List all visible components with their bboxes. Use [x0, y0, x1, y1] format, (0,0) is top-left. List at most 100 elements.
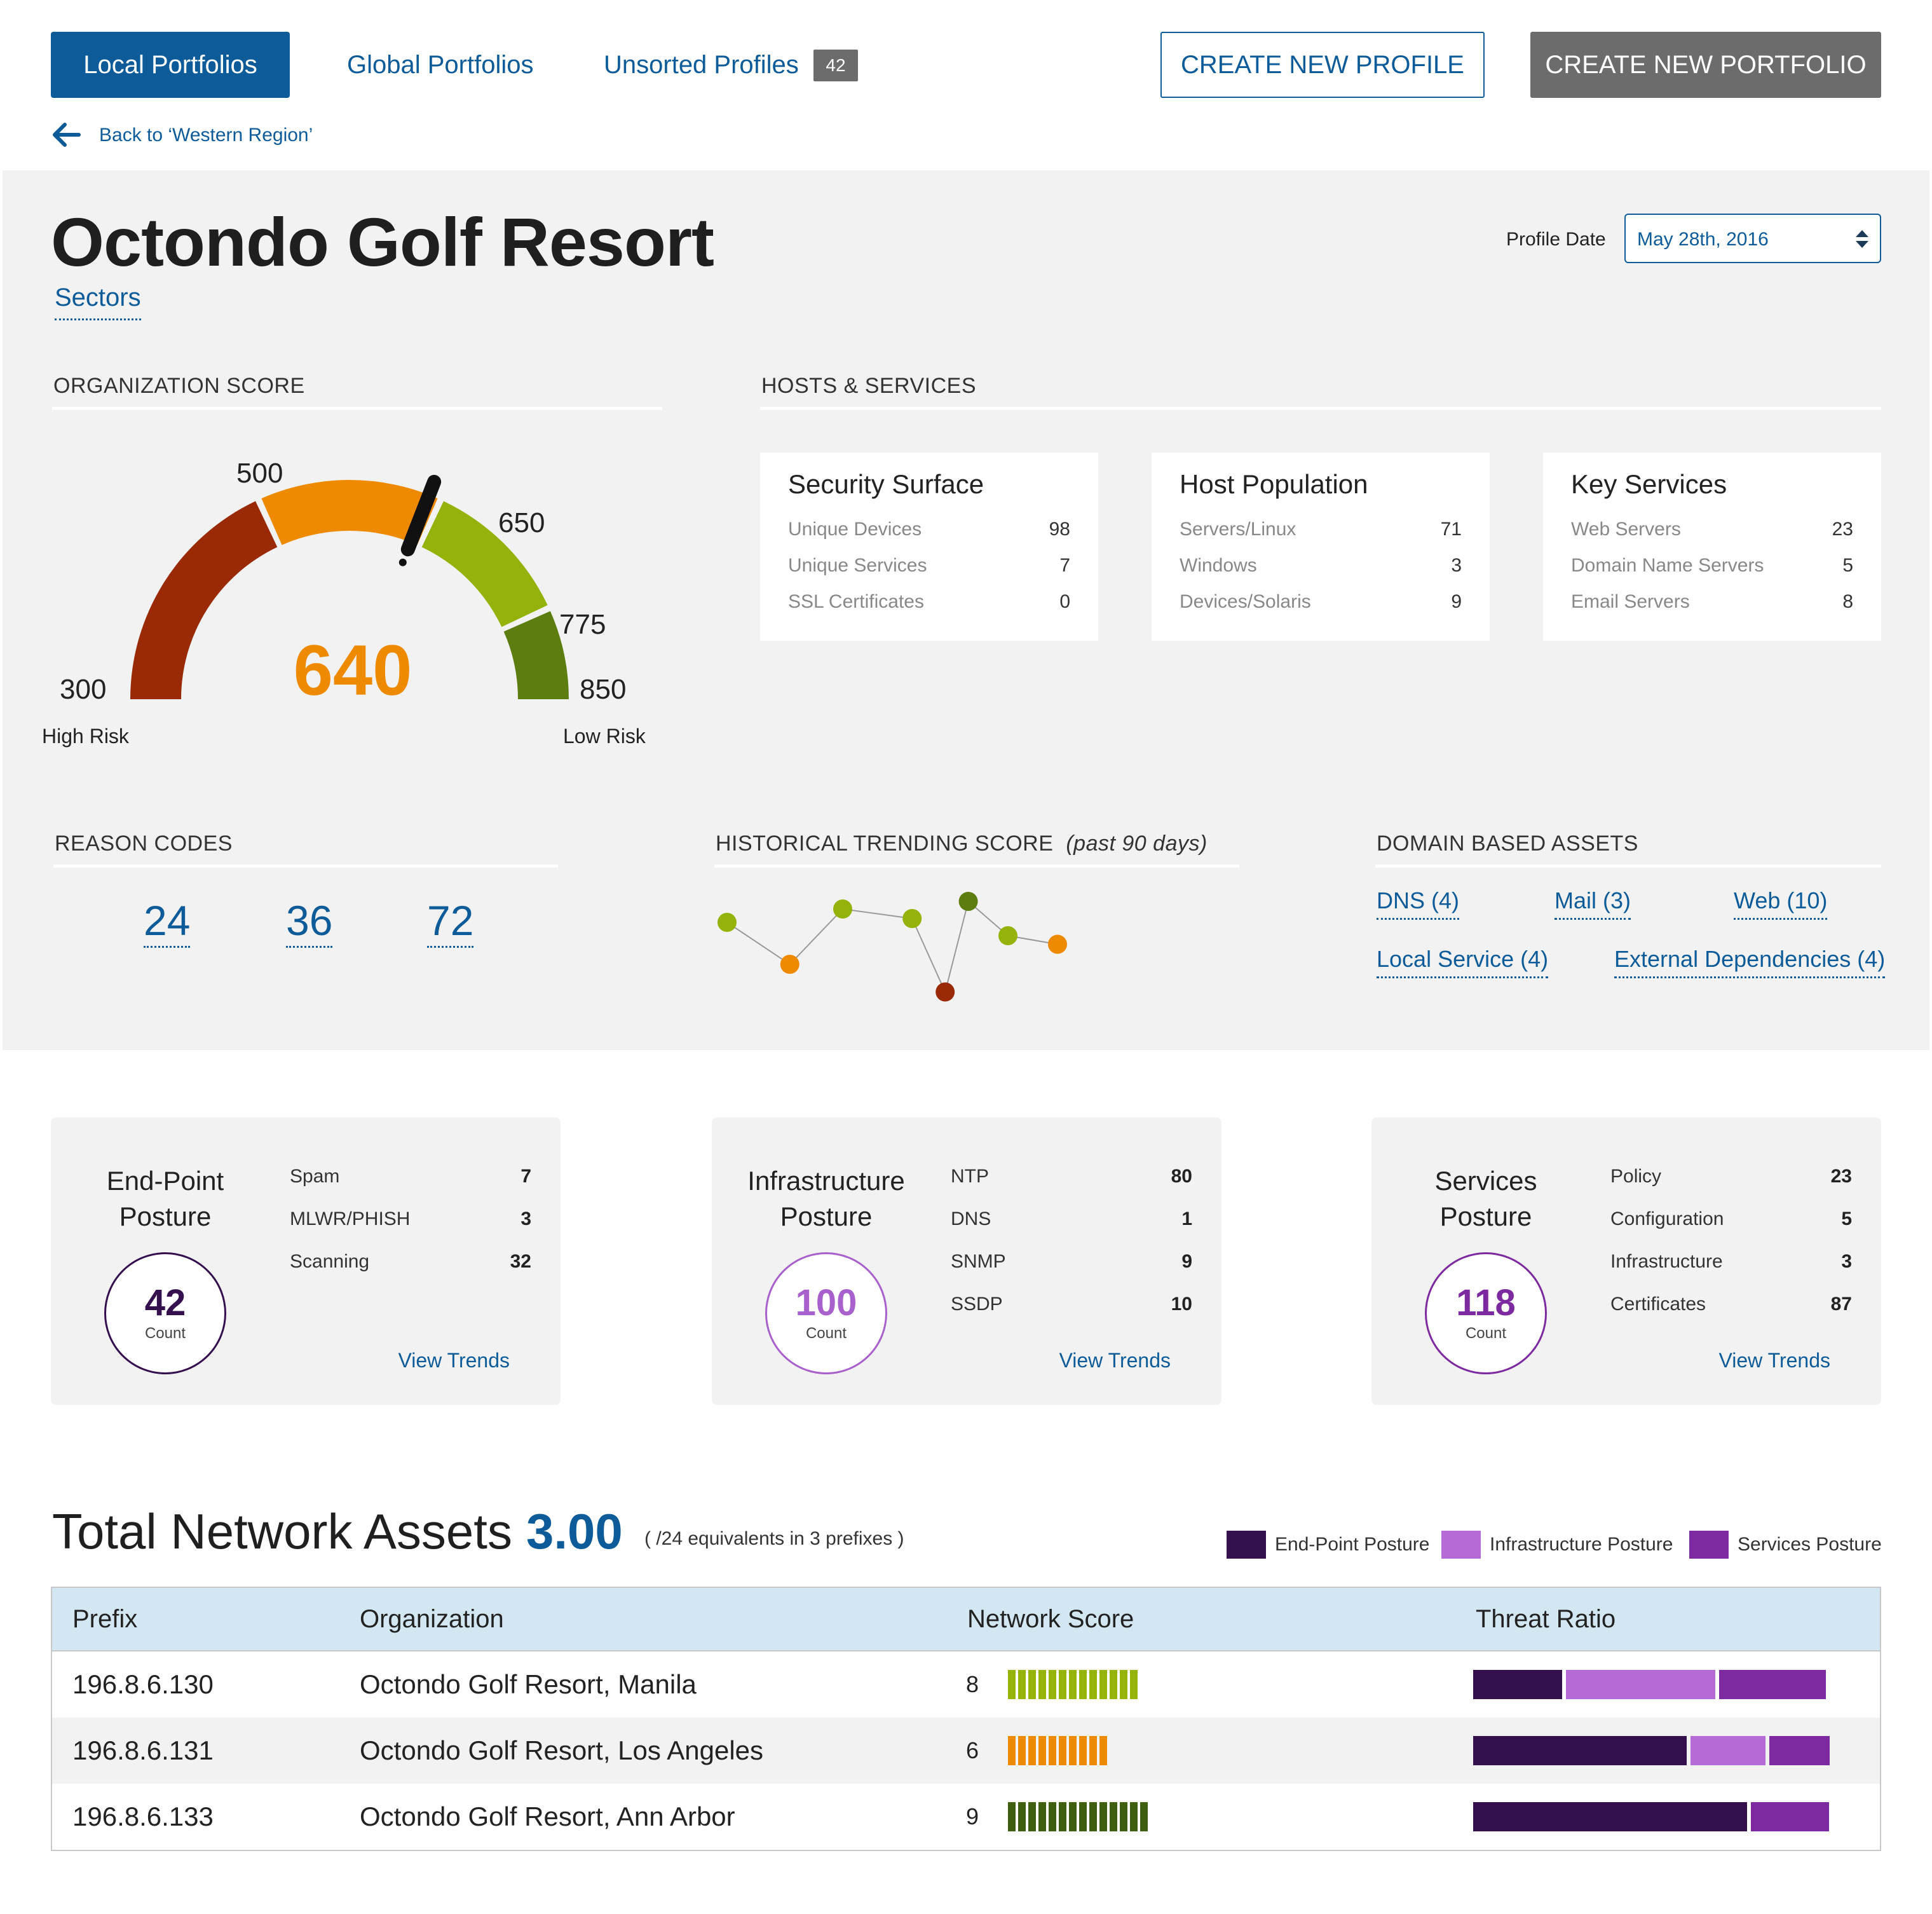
row-label: NTP	[951, 1166, 989, 1187]
column-header-prefix[interactable]: Prefix	[72, 1605, 137, 1634]
posture-count: 118	[1456, 1282, 1516, 1323]
row-label: Configuration	[1610, 1208, 1724, 1229]
score-bar-segment	[1038, 1802, 1046, 1831]
profile-date-select[interactable]: May 28th, 2016	[1624, 214, 1881, 263]
trend-point[interactable]	[935, 982, 955, 1002]
score-bar-segment	[1079, 1802, 1087, 1831]
posture-count-circle: 118 Count	[1425, 1252, 1547, 1374]
reason-code-link[interactable]: 24	[144, 898, 191, 948]
posture-count-label: Count	[1465, 1325, 1507, 1342]
gauge-tick-label: 300	[60, 674, 107, 705]
unsorted-count-badge: 42	[813, 50, 858, 81]
legend-infrastructure: Infrastructure Posture	[1441, 1531, 1673, 1559]
domain-link-dns[interactable]: DNS (4)	[1377, 887, 1460, 920]
trend-point[interactable]	[833, 899, 852, 919]
domain-link-web[interactable]: Web (10)	[1734, 887, 1828, 920]
trend-point[interactable]	[902, 909, 922, 928]
row-label: Spam	[290, 1166, 340, 1187]
row-label: Servers/Linux	[1180, 519, 1296, 540]
row-value: 87	[1830, 1294, 1852, 1315]
trending-title: HISTORICAL TRENDING SCORE	[716, 831, 1054, 856]
trend-point[interactable]	[998, 926, 1017, 945]
view-trends-link[interactable]: View Trends	[1719, 1349, 1831, 1372]
row-value: 5	[1842, 555, 1853, 576]
trend-point[interactable]	[780, 955, 799, 974]
score-bar-segment	[1018, 1736, 1026, 1765]
column-header-organization[interactable]: Organization	[360, 1605, 504, 1634]
network-score-bars	[1008, 1802, 1148, 1831]
cell-network-score: 9	[966, 1803, 979, 1829]
row-label: Windows	[1180, 555, 1257, 576]
table-row[interactable]: 196.8.6.131 Octondo Golf Resort, Los Ang…	[52, 1718, 1880, 1784]
row-label: SSDP	[951, 1294, 1003, 1315]
score-bar-segment	[1130, 1802, 1138, 1831]
arrow-left-icon[interactable]	[51, 122, 81, 147]
reason-codes-heading: REASON CODES	[55, 831, 233, 856]
score-bar-segment	[1028, 1802, 1036, 1831]
row-value: 9	[1181, 1251, 1192, 1272]
score-bar-segment	[1018, 1670, 1026, 1699]
score-bar-segment	[1110, 1670, 1117, 1699]
row-label: Web Servers	[1571, 519, 1681, 540]
table-row[interactable]: 196.8.6.133 Octondo Golf Resort, Ann Arb…	[52, 1784, 1880, 1850]
trend-point[interactable]	[718, 913, 737, 932]
row-label: Domain Name Servers	[1571, 555, 1764, 576]
score-bar-segment	[1089, 1670, 1097, 1699]
table-header: Prefix Organization Network Score Threat…	[52, 1588, 1880, 1651]
posture-row: Infrastructure 3	[1610, 1251, 1852, 1294]
score-bar-segment	[1038, 1736, 1046, 1765]
create-new-portfolio-button[interactable]: CREATE NEW PORTFOLIO	[1530, 32, 1881, 98]
cell-organization: Octondo Golf Resort, Los Angeles	[360, 1735, 764, 1765]
historical-trending-heading: HISTORICAL TRENDING SCORE (past 90 days)	[716, 831, 1208, 856]
historical-trend-sparkline	[718, 892, 1067, 1002]
key-services-card: Key Services Web Servers 23 Domain Name S…	[1543, 453, 1881, 641]
trending-subtitle: (past 90 days)	[1066, 831, 1208, 856]
row-label: Infrastructure	[1610, 1251, 1723, 1272]
column-header-threat-ratio[interactable]: Threat Ratio	[1476, 1605, 1616, 1634]
tab-local-portfolios[interactable]: Local Portfolios	[51, 32, 290, 98]
legend-label: Infrastructure Posture	[1490, 1534, 1673, 1555]
row-value: 7	[1059, 555, 1070, 576]
view-trends-link[interactable]: View Trends	[1059, 1349, 1171, 1372]
domain-link-external-dependencies[interactable]: External Dependencies (4)	[1614, 946, 1886, 978]
score-bar-segment	[1059, 1736, 1066, 1765]
row-value: 10	[1171, 1294, 1192, 1315]
view-trends-link[interactable]: View Trends	[398, 1349, 510, 1372]
reason-code-link[interactable]: 72	[427, 898, 474, 948]
domain-link-mail[interactable]: Mail (3)	[1554, 887, 1631, 920]
row-value: 9	[1451, 591, 1462, 612]
trend-point[interactable]	[958, 892, 978, 911]
trend-point[interactable]	[1048, 934, 1067, 954]
domain-link-local-service[interactable]: Local Service (4)	[1377, 946, 1549, 978]
row-value: 23	[1832, 519, 1853, 540]
card-row: SSL Certificates 0	[788, 591, 1070, 627]
tab-unsorted-profiles[interactable]: Unsorted Profiles	[604, 51, 799, 79]
divider	[1375, 865, 1881, 868]
table-row[interactable]: 196.8.6.130 Octondo Golf Resort, Manila …	[52, 1651, 1880, 1718]
row-value: 23	[1830, 1166, 1852, 1187]
back-link[interactable]: Back to ‘Western Region’	[99, 125, 313, 146]
row-label: Email Servers	[1571, 591, 1690, 612]
create-new-profile-button[interactable]: CREATE NEW PROFILE	[1160, 32, 1485, 98]
threat-ratio-segment	[1566, 1670, 1715, 1699]
posture-row: SSDP 10	[951, 1294, 1192, 1336]
tab-global-portfolios[interactable]: Global Portfolios	[347, 51, 533, 79]
card-row: Web Servers 23	[1571, 519, 1853, 555]
services-posture-card: Services Posture 118 Count Policy 23 Confi…	[1371, 1118, 1881, 1405]
sectors-link[interactable]: Sectors	[55, 284, 141, 320]
score-bar-segment	[1049, 1670, 1056, 1699]
reason-code-link[interactable]: 36	[286, 898, 333, 948]
cell-prefix: 196.8.6.130	[72, 1669, 214, 1699]
row-label: Policy	[1610, 1166, 1662, 1187]
row-label: Unique Devices	[788, 519, 922, 540]
cell-prefix: 196.8.6.133	[72, 1801, 214, 1831]
domain-assets-heading: DOMAIN BASED ASSETS	[1377, 831, 1638, 856]
score-bar-segment	[1059, 1802, 1066, 1831]
organization-score-value: 640	[293, 631, 412, 710]
card-title: Security Surface	[788, 469, 984, 499]
column-header-network-score[interactable]: Network Score	[967, 1605, 1134, 1634]
threat-ratio-segment	[1473, 1670, 1562, 1699]
row-label: Unique Services	[788, 555, 927, 576]
posture-count: 100	[795, 1282, 857, 1323]
score-bar-segment	[1008, 1670, 1016, 1699]
